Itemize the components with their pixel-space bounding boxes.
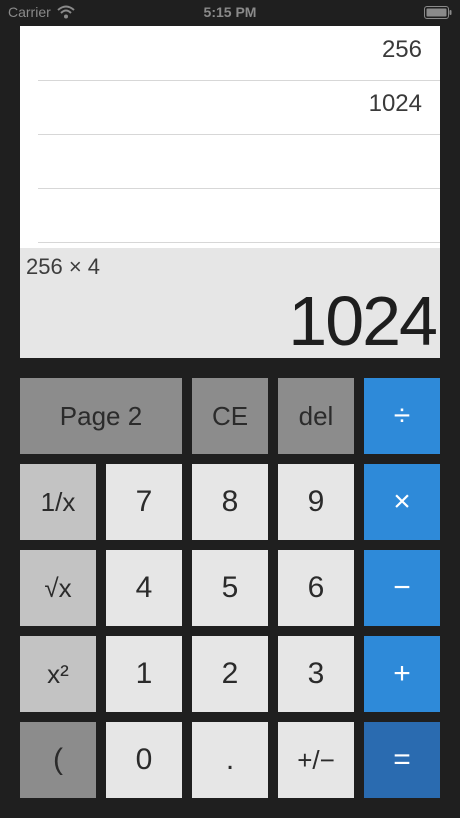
clear-entry-button[interactable]: CE [192, 378, 268, 454]
reciprocal-button[interactable]: 1/x [20, 464, 96, 540]
parenthesis-button[interactable]: ( [20, 722, 96, 798]
display: 256 × 4 1024 [20, 248, 440, 358]
delete-button[interactable]: del [278, 378, 354, 454]
history-row[interactable] [38, 188, 440, 243]
equals-button[interactable]: = [364, 722, 440, 798]
status-time: 5:15 PM [203, 4, 257, 20]
digit-3-button[interactable]: 3 [278, 636, 354, 712]
digit-6-button[interactable]: 6 [278, 550, 354, 626]
result-text: 1024 [288, 282, 438, 360]
digit-1-button[interactable]: 1 [106, 636, 182, 712]
history-row[interactable] [38, 134, 440, 189]
digit-0-button[interactable]: 0 [106, 722, 182, 798]
multiply-button[interactable]: × [364, 464, 440, 540]
sqrt-button[interactable]: √x [20, 550, 96, 626]
digit-9-button[interactable]: 9 [278, 464, 354, 540]
digit-2-button[interactable]: 2 [192, 636, 268, 712]
expression-text: 256 × 4 [26, 254, 101, 279]
history-panel[interactable]: 256 1024 [20, 26, 440, 248]
square-button[interactable]: x² [20, 636, 96, 712]
add-button[interactable]: + [364, 636, 440, 712]
status-right [424, 6, 452, 19]
digit-7-button[interactable]: 7 [106, 464, 182, 540]
decimal-button[interactable]: . [192, 722, 268, 798]
status-bar: Carrier 5:15 PM [0, 0, 460, 26]
digit-4-button[interactable]: 4 [106, 550, 182, 626]
history-value: 1024 [368, 90, 422, 117]
history-row[interactable]: 1024 [38, 80, 440, 135]
history-row[interactable]: 256 [38, 26, 440, 81]
divide-button[interactable]: ÷ [364, 378, 440, 454]
digit-8-button[interactable]: 8 [192, 464, 268, 540]
subtract-button[interactable]: − [364, 550, 440, 626]
battery-icon [424, 6, 452, 19]
sign-toggle-button[interactable]: +/− [278, 722, 354, 798]
history-value: 256 [381, 36, 422, 63]
digit-5-button[interactable]: 5 [192, 550, 268, 626]
page2-button[interactable]: Page 2 [20, 378, 182, 454]
